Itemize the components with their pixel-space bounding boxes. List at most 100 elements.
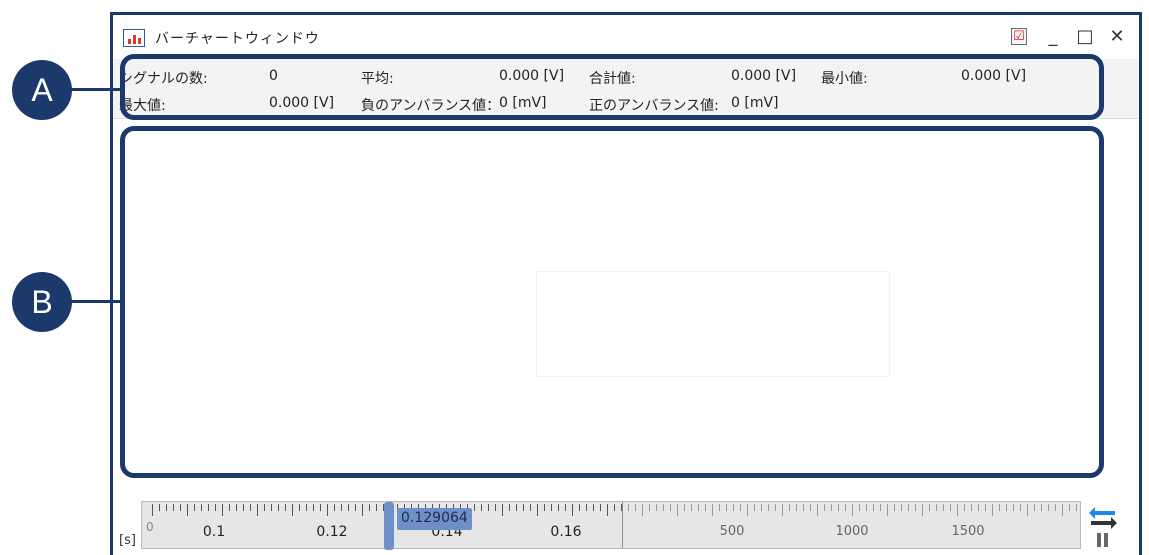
ruler-tick <box>313 504 314 511</box>
positive-unbalance-label: 正のアンバランス値: <box>589 98 719 114</box>
ruler-tick <box>971 504 972 511</box>
ruler-tick <box>901 504 902 511</box>
ruler-tick <box>215 504 216 511</box>
ruler-tick <box>957 504 958 516</box>
ruler-tick <box>208 504 209 511</box>
ruler-tick <box>656 504 657 511</box>
sum-value: 0.000 [V] <box>731 68 797 84</box>
maximize-button[interactable]: □ <box>1075 27 1095 47</box>
ruler-tick <box>257 504 258 516</box>
swap-arrows-icon[interactable] <box>1091 517 1117 529</box>
ruler-tick <box>152 504 153 516</box>
checklist-icon[interactable]: ☑ <box>1011 28 1027 45</box>
ruler-tick <box>845 504 846 511</box>
ruler-tick <box>551 504 552 511</box>
ruler-tick <box>600 504 601 511</box>
ruler-tick <box>852 504 853 516</box>
ruler-tick <box>187 504 188 516</box>
ruler-tick <box>166 504 167 511</box>
ruler-tick <box>1062 504 1063 516</box>
average-value: 0.000 [V] <box>499 68 565 84</box>
minimize-button[interactable]: _ <box>1043 27 1063 47</box>
average-label: 平均: <box>361 71 394 87</box>
ruler-divider <box>622 502 623 548</box>
ruler-tick <box>516 504 517 511</box>
max-label: 最大値: <box>119 98 166 114</box>
min-label: 最小値: <box>821 71 868 87</box>
ruler-tick <box>173 504 174 511</box>
time-ruler[interactable]: 0 0.1 0.12 0.14 0.16 500 1000 1500 0.129… <box>141 501 1081 550</box>
time-cursor-handle[interactable] <box>384 502 394 550</box>
signal-count-value: 0 <box>269 68 278 84</box>
time-unit-label: [s] <box>119 533 136 548</box>
ruler-tick <box>502 504 503 516</box>
ruler-tick <box>1027 504 1028 516</box>
ruler-tick <box>929 504 930 511</box>
ruler-tick <box>229 504 230 511</box>
ruler-tick <box>740 504 741 511</box>
ruler-tick <box>376 504 377 511</box>
bar-chart-area[interactable] <box>113 120 1139 492</box>
ruler-tick <box>537 504 538 516</box>
leader-line-a <box>68 88 122 91</box>
ruler-tick <box>782 504 783 516</box>
ruler-label: 1000 <box>835 524 869 539</box>
ruler-label: 0.12 <box>316 524 348 540</box>
ruler-tick <box>334 504 335 511</box>
ruler-tick <box>663 504 664 511</box>
ruler-tick <box>698 504 699 511</box>
ruler-tick <box>810 504 811 511</box>
callout-marker-a: A <box>12 60 72 120</box>
ruler-tick <box>1069 504 1070 511</box>
ruler-tick <box>586 504 587 511</box>
ruler-tick <box>222 504 223 516</box>
ruler-tick <box>579 504 580 511</box>
window-title: バーチャートウィンドウ <box>155 31 320 47</box>
ruler-tick <box>677 504 678 516</box>
ruler-tick <box>558 504 559 511</box>
ruler-tick <box>250 504 251 511</box>
ruler-tick <box>348 504 349 511</box>
ruler-tick <box>1076 504 1077 511</box>
ruler-tick <box>887 504 888 516</box>
ruler-tick <box>285 504 286 511</box>
ruler-tick <box>194 504 195 511</box>
ruler-tick <box>712 504 713 516</box>
ruler-tick <box>866 504 867 511</box>
close-button[interactable]: ✕ <box>1107 27 1127 47</box>
timeline-bar: [s] 0 0.1 0.12 0.14 0.16 500 1000 1500 0… <box>113 493 1139 553</box>
bar-chart-window: バーチャートウィンドウ ☑ _ □ ✕ シグナルの数: 0 平均: 0.000 … <box>110 12 1142 555</box>
swap-arrows-icon[interactable] <box>1089 507 1115 519</box>
title-bar[interactable]: バーチャートウィンドウ ☑ _ □ ✕ <box>113 15 1139 59</box>
ruler-tick <box>327 504 328 516</box>
ruler-tick <box>1013 504 1014 511</box>
time-cursor-value: 0.129064 <box>397 508 472 530</box>
ruler-tick <box>999 504 1000 511</box>
pause-icon[interactable] <box>1097 533 1109 547</box>
ruler-tick <box>705 504 706 511</box>
ruler-tick <box>789 504 790 511</box>
ruler-tick <box>873 504 874 511</box>
ruler-label: 0.16 <box>550 524 582 540</box>
ruler-tick <box>236 504 237 511</box>
ruler-tick <box>950 504 951 511</box>
ruler-tick <box>362 504 363 516</box>
ruler-tick <box>271 504 272 511</box>
ruler-tick <box>838 504 839 511</box>
ruler-tick <box>243 504 244 511</box>
ruler-tick <box>495 504 496 511</box>
ruler-tick <box>761 504 762 511</box>
ruler-tick <box>474 504 475 511</box>
ruler-tick <box>943 504 944 511</box>
ruler-tick <box>593 504 594 511</box>
ruler-tick <box>649 504 650 511</box>
negative-unbalance-label: 負のアンバランス値： <box>361 98 501 114</box>
ruler-tick <box>299 504 300 511</box>
ruler-label: 1500 <box>951 524 985 539</box>
ruler-tick <box>607 504 608 516</box>
ruler-tick <box>796 504 797 511</box>
ruler-tick <box>180 504 181 511</box>
ruler-tick <box>831 504 832 511</box>
ruler-tick <box>922 504 923 516</box>
ruler-tick <box>1048 504 1049 511</box>
